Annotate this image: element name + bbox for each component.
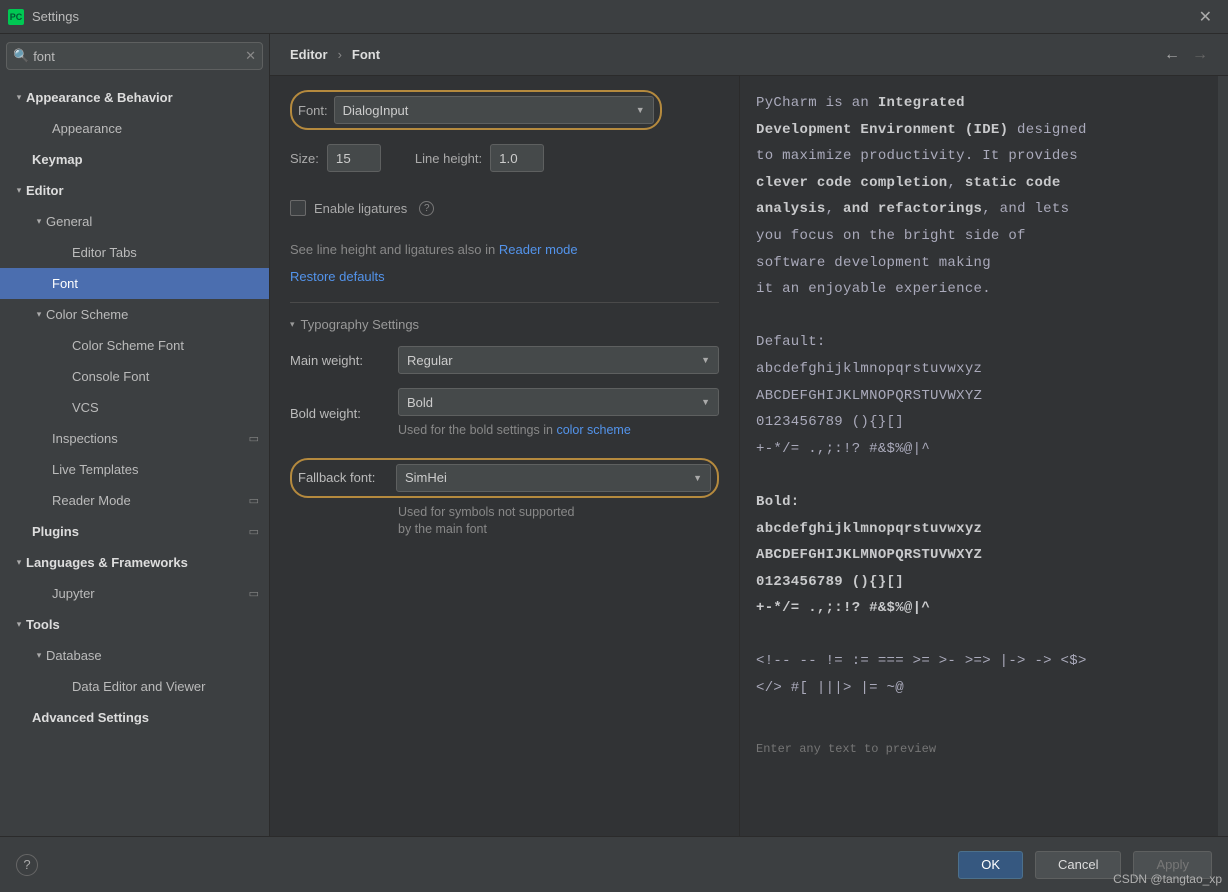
clear-search-icon[interactable]: ✕ <box>245 48 256 64</box>
size-input[interactable] <box>327 144 381 172</box>
fallback-select[interactable]: SimHei▼ <box>396 464 711 492</box>
tree-advanced-settings[interactable]: Advanced Settings <box>0 702 269 733</box>
chevron-down-icon: ▾ <box>12 619 26 630</box>
tree-database[interactable]: ▾Database <box>0 640 269 671</box>
preview-text-input[interactable] <box>756 742 1202 756</box>
restore-defaults-link[interactable]: Restore defaults <box>290 269 719 284</box>
ok-button[interactable]: OK <box>958 851 1023 879</box>
bold-weight-select[interactable]: Bold▼ <box>398 388 719 416</box>
search-icon: 🔍 <box>13 48 29 64</box>
tree-appearance[interactable]: Appearance <box>0 113 269 144</box>
tree-plugins[interactable]: Plugins▭ <box>0 516 269 547</box>
chevron-down-icon: ▼ <box>701 397 710 407</box>
chevron-down-icon: ▼ <box>693 473 702 483</box>
font-preview: PyCharm is an Integrated Development Env… <box>740 76 1228 836</box>
chevron-down-icon: ▾ <box>12 92 26 103</box>
chevron-down-icon: ▾ <box>32 309 46 320</box>
window-title: Settings <box>32 9 1191 24</box>
font-select[interactable]: DialogInput▼ <box>334 96 654 124</box>
forward-button: → <box>1192 46 1208 64</box>
project-scope-icon: ▭ <box>249 525 259 538</box>
help-button[interactable]: ? <box>16 854 38 876</box>
tree-color-scheme[interactable]: ▾Color Scheme <box>0 299 269 330</box>
tree-font[interactable]: Font <box>0 268 269 299</box>
dialog-footer: ? OK Cancel Apply <box>0 836 1228 892</box>
font-highlight: Font: DialogInput▼ <box>290 90 662 130</box>
chevron-down-icon: ▼ <box>636 105 645 115</box>
tree-vcs[interactable]: VCS <box>0 392 269 423</box>
chevron-down-icon: ▾ <box>32 650 46 661</box>
chevron-down-icon: ▼ <box>701 355 710 365</box>
breadcrumb-leaf: Font <box>352 47 380 62</box>
chevron-down-icon: ▾ <box>32 216 46 227</box>
tree-jupyter[interactable]: Jupyter▭ <box>0 578 269 609</box>
breadcrumb-root[interactable]: Editor <box>290 47 328 62</box>
tree-keymap[interactable]: Keymap <box>0 144 269 175</box>
chevron-down-icon: ▾ <box>290 319 295 330</box>
main-weight-label: Main weight: <box>290 353 390 368</box>
project-scope-icon: ▭ <box>249 432 259 445</box>
fallback-highlight: Fallback font: SimHei▼ <box>290 458 719 498</box>
close-icon[interactable]: ✕ <box>1191 3 1220 31</box>
chevron-right-icon: › <box>338 47 342 62</box>
tree-editor[interactable]: ▾Editor <box>0 175 269 206</box>
tree-general[interactable]: ▾General <box>0 206 269 237</box>
settings-tree: ▾Appearance & Behavior Appearance Keymap… <box>0 78 269 836</box>
titlebar: PC Settings ✕ <box>0 0 1228 34</box>
fallback-hint: Used for symbols not supported by the ma… <box>398 504 719 539</box>
project-scope-icon: ▭ <box>249 494 259 507</box>
app-icon: PC <box>8 9 24 25</box>
tree-languages-frameworks[interactable]: ▾Languages & Frameworks <box>0 547 269 578</box>
project-scope-icon: ▭ <box>249 587 259 600</box>
apply-button: Apply <box>1133 851 1212 879</box>
sidebar: 🔍 ✕ ▾Appearance & Behavior Appearance Ke… <box>0 34 270 836</box>
typography-section[interactable]: ▾ Typography Settings <box>290 302 719 332</box>
bold-weight-hint: Used for the bold settings in color sche… <box>398 422 719 440</box>
checkbox-box <box>290 200 306 216</box>
tree-inspections[interactable]: Inspections▭ <box>0 423 269 454</box>
size-label: Size: <box>290 151 319 166</box>
search-input[interactable] <box>33 49 245 64</box>
tree-live-templates[interactable]: Live Templates <box>0 454 269 485</box>
chevron-down-icon: ▾ <box>12 185 26 196</box>
chevron-down-icon: ▾ <box>12 557 26 568</box>
font-settings-form: Font: DialogInput▼ Size: Line height: <box>270 76 740 836</box>
tree-data-editor-viewer[interactable]: Data Editor and Viewer <box>0 671 269 702</box>
tree-console-font[interactable]: Console Font <box>0 361 269 392</box>
tree-tools[interactable]: ▾Tools <box>0 609 269 640</box>
lineheight-label: Line height: <box>415 151 482 166</box>
color-scheme-link[interactable]: color scheme <box>556 423 630 437</box>
breadcrumb: Editor › Font ← → <box>270 34 1228 76</box>
ligatures-checkbox[interactable]: Enable ligatures ? <box>290 200 719 216</box>
help-icon[interactable]: ? <box>419 201 434 216</box>
bold-weight-label: Bold weight: <box>290 406 390 421</box>
back-button[interactable]: ← <box>1164 46 1180 64</box>
fallback-label: Fallback font: <box>298 470 390 485</box>
reader-mode-link[interactable]: Reader mode <box>499 242 578 257</box>
reader-note: See line height and ligatures also in Re… <box>290 242 719 257</box>
main-weight-select[interactable]: Regular▼ <box>398 346 719 374</box>
tree-color-scheme-font[interactable]: Color Scheme Font <box>0 330 269 361</box>
cancel-button[interactable]: Cancel <box>1035 851 1121 879</box>
tree-appearance-behavior[interactable]: ▾Appearance & Behavior <box>0 82 269 113</box>
search-box: 🔍 ✕ <box>6 42 263 70</box>
tree-reader-mode[interactable]: Reader Mode▭ <box>0 485 269 516</box>
tree-editor-tabs[interactable]: Editor Tabs <box>0 237 269 268</box>
lineheight-input[interactable] <box>490 144 544 172</box>
font-label: Font: <box>298 103 328 118</box>
